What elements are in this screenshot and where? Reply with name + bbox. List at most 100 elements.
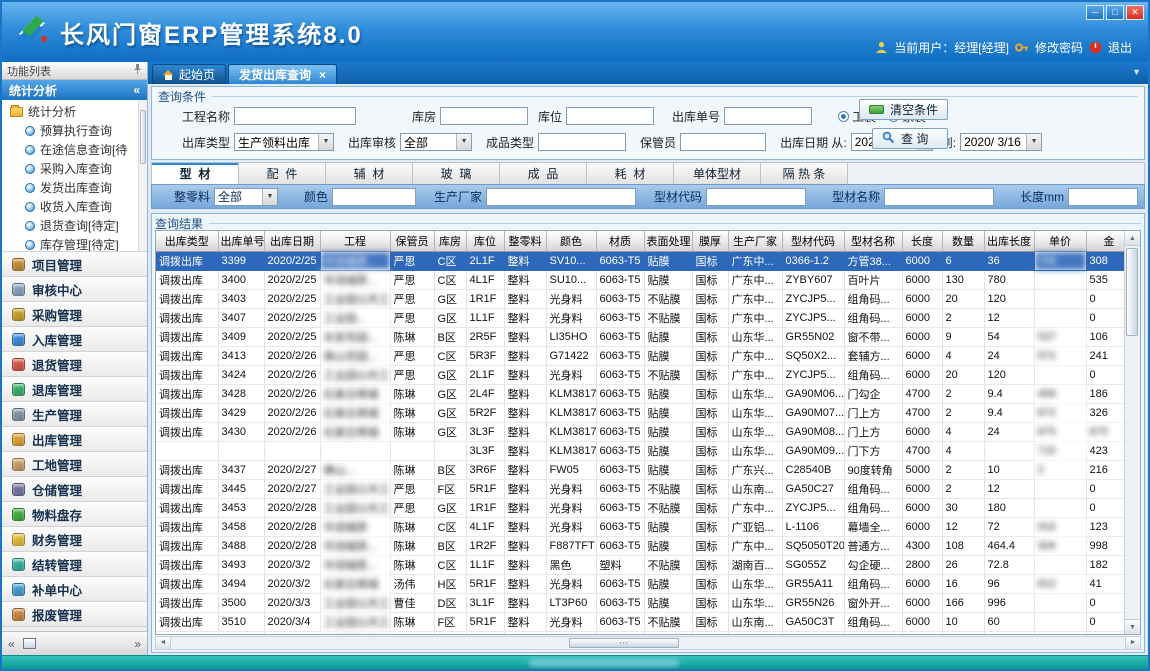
footer-prev-icon[interactable]: « [8, 637, 15, 651]
minimize-button[interactable]: ─ [1086, 5, 1104, 20]
date-to-picker[interactable]: 2020/ 3/16 ▼ [960, 133, 1042, 151]
sidebar-section-audit[interactable]: 审核中心 [2, 277, 147, 302]
sidebar-section-warehouse[interactable]: 仓储管理 [2, 477, 147, 502]
column-header[interactable]: 表面处理 [644, 231, 692, 251]
tree-scrollbar-thumb[interactable] [140, 110, 146, 164]
keeper-input[interactable] [680, 133, 766, 151]
tree-item[interactable]: 库存管理[待定] [2, 235, 147, 252]
column-header[interactable]: 型材名称 [844, 231, 902, 251]
material-tab[interactable]: 配 件 [239, 163, 326, 184]
table-row[interactable]: 调拨出库35002020/3/3工业园公共工程曹佳D区3L1F整料LT3P606… [156, 593, 1132, 612]
table-row[interactable]: 调拨出库34532020/2/28工业园公共工程严思G区1R1F整料光身料606… [156, 498, 1132, 517]
table-row[interactable]: 调拨出库34072020/2/25工业园...严思G区1L1F整料光身料6063… [156, 308, 1132, 327]
sidebar-section-finance[interactable]: 财务管理 [2, 527, 147, 552]
order-no-input[interactable] [724, 107, 812, 125]
query-button[interactable]: 查 询 [872, 128, 948, 149]
scroll-left-icon[interactable]: ◄ [156, 637, 171, 649]
table-row[interactable]: 3L3F整料KLM38176063-T5贴膜国标山东华...GA90M09...… [156, 441, 1132, 460]
sidebar-section-project[interactable]: 项目管理 [2, 252, 147, 277]
column-header[interactable]: 保管员 [390, 231, 434, 251]
pin-icon[interactable] [133, 64, 142, 77]
column-header[interactable]: 材质 [596, 231, 644, 251]
tab-close-icon[interactable]: × [319, 68, 326, 82]
sidebar-section-return-store[interactable]: 退库管理 [2, 377, 147, 402]
project-name-input[interactable] [234, 107, 356, 125]
manufacturer-input[interactable] [486, 188, 636, 206]
audit-select[interactable]: 全部 ▼ [400, 133, 472, 151]
footer-panel-icon[interactable] [23, 638, 36, 649]
material-tab[interactable]: 辅 材 [326, 163, 413, 184]
table-row[interactable]: 调拨出库33992020/2/25华润城原...严思C区2L1F整料SV10..… [156, 251, 1132, 270]
tree-item[interactable]: 发货出库查询 [2, 178, 147, 197]
product-type-input[interactable] [538, 133, 626, 151]
column-header[interactable]: 工程 [320, 231, 390, 251]
sidebar-section-supplement[interactable]: 补单中心 [2, 577, 147, 602]
tree-item[interactable]: 采购入库查询 [2, 159, 147, 178]
tree-item[interactable]: 在途信息查询[待 [2, 140, 147, 159]
sidebar-section-inventory[interactable]: 物料盘存 [2, 502, 147, 527]
color-input[interactable] [332, 188, 416, 206]
material-tab[interactable]: 耗 材 [587, 163, 674, 184]
location-input[interactable] [566, 107, 654, 125]
table-row[interactable]: 调拨出库34092020/2/25长安花园...陈琳B区2R5F整料LI35HO… [156, 327, 1132, 346]
table-row[interactable]: 调拨出库34942020/3/2石家庄辉城汤伟H区5R1F整料光身料6063-T… [156, 574, 1132, 593]
column-header[interactable]: 单价 [1034, 231, 1086, 251]
scroll-up-icon[interactable]: ▲ [1125, 231, 1140, 246]
close-button[interactable]: ✕ [1126, 5, 1144, 20]
out-type-select[interactable]: 生产领料出库 ▼ [234, 133, 334, 151]
material-tab[interactable]: 单体型材 [674, 163, 761, 184]
horizontal-scrollbar-thumb[interactable] [569, 638, 679, 648]
sidebar-section-production[interactable]: 生产管理 [2, 402, 147, 427]
vertical-scrollbar-thumb[interactable] [1126, 248, 1138, 336]
horizontal-scrollbar[interactable]: ◄ ► [155, 636, 1141, 650]
column-header[interactable]: 颜色 [546, 231, 596, 251]
whole-scrap-select[interactable]: 全部 ▼ [214, 188, 278, 206]
radio-work-clothes[interactable] [838, 111, 849, 122]
material-tab[interactable]: 玻 璃 [413, 163, 500, 184]
profile-code-input[interactable] [706, 188, 806, 206]
sidebar-section-scrap[interactable]: 报废管理 [2, 602, 147, 627]
table-row[interactable]: 调拨出库34452020/2/27工业园公共工程严思F区5R1F整料光身料606… [156, 479, 1132, 498]
tab-list-dropdown-icon[interactable]: ▼ [1132, 67, 1141, 77]
tree-root-item[interactable]: 统计分析 [2, 102, 147, 121]
footer-next-icon[interactable]: » [134, 637, 141, 651]
scroll-right-icon[interactable]: ► [1125, 637, 1140, 649]
length-input[interactable] [1068, 188, 1138, 206]
sidebar-section-site[interactable]: 工地管理 [2, 452, 147, 477]
column-header[interactable]: 型材代码 [782, 231, 844, 251]
scroll-down-icon[interactable]: ▼ [1125, 619, 1140, 634]
column-header[interactable]: 整零料 [504, 231, 546, 251]
table-row[interactable]: 调拨出库34292020/2/26石家庄辉城陈琳G区5R2F整料KLM38176… [156, 403, 1132, 422]
column-header[interactable]: 出库日期 [264, 231, 320, 251]
tree-item[interactable]: 退货查询[待定] [2, 216, 147, 235]
change-password-link[interactable]: 修改密码 [1035, 39, 1083, 56]
column-header[interactable]: 数量 [942, 231, 984, 251]
table-row[interactable]: 调拨出库34302020/2/26石家庄辉城陈琳G区3L3F整料KLM38176… [156, 422, 1132, 441]
sidebar-section-purchase[interactable]: 采购管理 [2, 302, 147, 327]
collapse-icon[interactable]: « [133, 83, 140, 97]
table-row[interactable]: 调拨出库34882020/2/28华润城原...陈琳B区1R2F整料F887TF… [156, 536, 1132, 555]
tree-scrollbar[interactable] [138, 100, 147, 251]
table-row[interactable]: 调拨出库34932020/3/2华润城原...陈琳C区1L1F整料黑色塑料不贴膜… [156, 555, 1132, 574]
logout-link[interactable]: 退出 [1108, 39, 1132, 56]
column-header[interactable]: 库位 [466, 231, 504, 251]
column-header[interactable]: 长度 [902, 231, 942, 251]
table-row[interactable]: 调拨出库34032020/2/25工业园公共工程严思G区1R1F整料光身料606… [156, 289, 1132, 308]
profile-name-input[interactable] [884, 188, 994, 206]
table-row[interactable]: 调拨出库34242020/2/26工业园公共工程严思G区2L1F整料光身料606… [156, 365, 1132, 384]
material-tab[interactable]: 成 品 [500, 163, 587, 184]
material-tab[interactable]: 型 材 [152, 163, 239, 184]
column-header[interactable]: 出库长度 [984, 231, 1034, 251]
column-header[interactable]: 出库单号▲ [218, 231, 264, 251]
tree-item[interactable]: 收货入库查询 [2, 197, 147, 216]
vertical-scrollbar[interactable]: ▲ ▼ [1124, 231, 1140, 634]
table-row[interactable]: 调拨出库35102020/3/4工业园公共工程陈琳F区5R1F整料光身料6063… [156, 612, 1132, 631]
document-tab[interactable]: 起始页 [152, 64, 226, 84]
sidebar-section-outbound[interactable]: 出库管理 [2, 427, 147, 452]
warehouse-input[interactable] [440, 107, 528, 125]
column-header[interactable]: 出库类型 [156, 231, 218, 251]
material-tab[interactable]: 隔 热 条 [761, 163, 848, 184]
sidebar-section-inbound[interactable]: 入库管理 [2, 327, 147, 352]
column-header[interactable]: 库房 [434, 231, 466, 251]
table-row[interactable]: 调拨出库34132020/2/26南山花园...严思C区5R3F整料G71422… [156, 346, 1132, 365]
